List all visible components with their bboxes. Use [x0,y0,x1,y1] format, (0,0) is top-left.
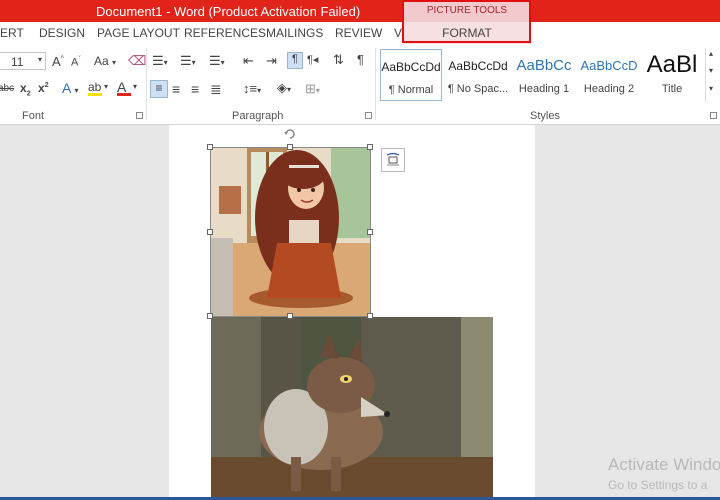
resize-handle[interactable] [367,313,373,319]
tab-references[interactable]: REFERENCES [184,26,266,40]
chevron-up-icon[interactable]: ▴ [709,49,713,58]
text-effects-button[interactable]: A ▾ [62,80,78,96]
ltr-direction-icon[interactable]: ¶ [287,52,303,69]
layout-options-icon [386,152,400,166]
tab-review[interactable]: REVIEW [335,26,382,40]
justify-icon[interactable]: ≣ [210,81,222,98]
decrease-indent-icon[interactable]: ⇤ [243,53,254,69]
style-heading-1[interactable]: AaBbCc Heading 1 [513,49,575,101]
chevron-down-icon[interactable]: ▾ [709,66,713,75]
resize-handle[interactable] [367,229,373,235]
paragraph-group-label: Paragraph [232,110,284,122]
show-marks-button[interactable]: ¶ [357,52,364,67]
tab-design[interactable]: DESIGN [39,26,85,40]
chevron-down-icon: ▾ [37,55,42,64]
superscript-button[interactable]: x2 [38,81,49,95]
resize-handle[interactable] [287,144,293,150]
rtl-direction-icon[interactable]: ¶◂ [307,53,318,66]
ribbon-tabs: ERT DESIGN PAGE LAYOUT REFERENCES MAILIN… [0,22,720,44]
resize-handle[interactable] [207,229,213,235]
wolf-picture[interactable] [211,317,493,500]
align-right-icon[interactable]: ≡ [191,81,199,97]
highlight-button[interactable]: ab [88,80,102,96]
highlight-outline [402,0,531,43]
paragraph-dialog-launcher-icon[interactable] [365,112,372,119]
styles-dialog-launcher-icon[interactable] [710,112,717,119]
layout-options-button[interactable] [381,148,405,172]
clear-formatting-icon[interactable]: ⌫ [128,53,146,69]
font-size-select[interactable]: 11 ▾ [0,52,46,70]
increase-indent-icon[interactable]: ⇥ [266,53,277,69]
resize-handle[interactable] [367,144,373,150]
shrink-font-button[interactable]: Aˇ [71,56,81,69]
more-styles-icon[interactable]: ▾ [709,84,713,93]
tab-mailings[interactable]: MAILINGS [266,26,323,40]
numbering-icon[interactable]: ☰▾ [180,53,196,69]
style-title[interactable]: AaBl Title [642,49,702,101]
bullets-icon[interactable]: ☰▾ [152,53,168,69]
line-spacing-icon[interactable]: ↕≡▾ [243,81,261,96]
align-left-icon[interactable]: ≡ [150,80,168,98]
style-normal[interactable]: AaBbCcDd ¶ Normal [380,49,442,101]
tab-insert[interactable]: ERT [0,26,24,40]
activation-watermark-subtitle: Go to Settings to a [608,478,708,492]
chevron-down-icon[interactable]: ▾ [104,82,108,91]
styles-group-label: Styles [530,110,560,122]
resize-handle[interactable] [287,313,293,319]
resize-handle[interactable] [207,313,213,319]
sort-icon[interactable]: ⇅ [333,52,344,68]
font-color-button[interactable]: A [117,79,131,96]
tab-page-layout[interactable]: PAGE LAYOUT [97,26,180,40]
grow-font-button[interactable]: A^ [52,54,64,69]
style-heading-2[interactable]: AaBbCcD Heading 2 [578,49,640,101]
highlighter-icon: ab [88,80,102,94]
group-divider [146,48,147,120]
activation-watermark-title: Activate Windo [608,455,720,474]
selection-border [210,147,371,317]
chevron-down-icon[interactable]: ▾ [133,82,137,91]
subscript-button[interactable]: x2 [20,81,31,97]
styles-scroll[interactable]: ▴ ▾ ▾ [705,48,719,102]
resize-handle[interactable] [207,144,213,150]
font-group-label: Font [22,110,45,122]
wolf-illustration [211,317,493,500]
change-case-button[interactable]: Aa ▾ [94,54,116,68]
font-size-value: 11 [11,55,24,69]
group-divider [375,48,376,120]
ribbon: 11 ▾ A^ Aˇ Aa ▾ ⌫ abc x2 x2 A ▾ ab ▾ A ▾… [0,44,720,125]
title-bar: Document1 - Word (Product Activation Fai… [0,0,720,22]
shading-icon[interactable]: ◈▾ [277,80,291,96]
font-dialog-launcher-icon[interactable] [136,112,143,119]
window-title: Document1 - Word (Product Activation Fai… [96,4,361,19]
multilevel-list-icon[interactable]: ☰▾ [209,53,225,69]
rotate-handle-icon[interactable] [283,127,297,141]
align-center-icon[interactable]: ≡ [172,81,180,97]
style-no-spacing[interactable]: AaBbCcDd ¶ No Spac... [446,49,510,101]
strikethrough-button[interactable]: abc [0,83,14,94]
borders-icon[interactable]: ⊞▾ [305,81,320,97]
